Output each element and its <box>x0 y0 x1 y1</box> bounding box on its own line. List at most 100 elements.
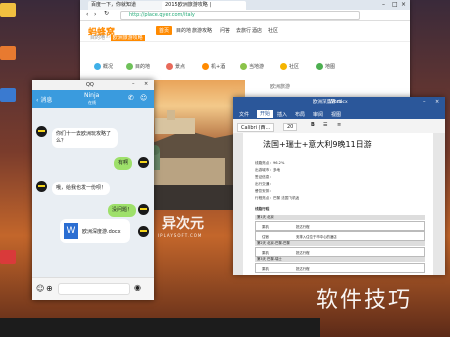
minimize-button[interactable]: – <box>382 0 385 10</box>
category-3[interactable]: 机+酒 <box>202 63 225 70</box>
category-4[interactable]: 当地游 <box>240 63 264 70</box>
profile-icon[interactable]: ☺ <box>140 94 147 102</box>
category-1[interactable]: 目的地 <box>126 63 150 70</box>
desktop-folder-icon[interactable] <box>0 3 16 17</box>
category-label: 社区 <box>289 64 300 70</box>
contact-status: 在线 <box>88 100 96 105</box>
table-cell: 乘机 <box>262 225 269 229</box>
document-name: 欧洲深度游.docx <box>313 100 348 105</box>
nav-hotel[interactable]: 酒店 <box>252 27 262 34</box>
category-5[interactable]: 社区 <box>280 63 299 70</box>
table-section-head: 第3天 巴黎-瑞士 <box>255 257 425 262</box>
contact-avatar[interactable] <box>36 181 47 192</box>
qq-app-title: QQ <box>86 82 94 88</box>
document-title: 法国+瑞士+意大利9晚11日游 <box>263 140 372 149</box>
message-input[interactable] <box>58 283 130 295</box>
breadcrumb-current: 欧洲旅游攻略 <box>110 35 145 41</box>
category-label: 当地游 <box>249 64 265 70</box>
doc-line: 签证信息： <box>255 175 273 179</box>
doc-line: 行程亮点：巴黎 法国飞机返 <box>255 196 300 200</box>
tab-file[interactable]: 文件 <box>239 111 249 118</box>
font-select[interactable]: Calibri (西... <box>237 123 275 132</box>
category-icon <box>316 63 323 70</box>
table-cell: 安排入住位于市中心的酒店 <box>296 235 337 239</box>
qq-chat-header: ‹ 消息 Ninja 在线 ✆ ☺ <box>32 90 154 108</box>
tab-view[interactable]: 视图 <box>331 111 341 118</box>
nav-home[interactable]: 首页 <box>156 26 173 35</box>
my-avatar[interactable] <box>138 157 149 168</box>
table-section-head: 第1天 北京 <box>255 215 425 220</box>
category-icon <box>280 63 287 70</box>
table-cell: 乘机 <box>262 251 269 255</box>
tab-review[interactable]: 审阅 <box>313 111 323 118</box>
category-label: 概况 <box>103 64 114 70</box>
table-cell: 抵达行程 <box>296 225 310 229</box>
tab-insert[interactable]: 插入 <box>277 111 287 118</box>
close-button[interactable]: × <box>401 0 406 10</box>
category-icon <box>240 63 247 70</box>
qq-back-button[interactable]: ‹ 消息 <box>36 95 52 104</box>
word-window: Word – × 欧洲深度游.docx 文件 开始 插入 布局 审阅 视图 Ca… <box>233 97 445 275</box>
list-icon[interactable]: ☰ <box>323 122 327 128</box>
document-page[interactable]: 法国+瑞士+意大利9晚11日游 线路亮点：96.2% 出游城市：多地 签证信息： 出行… <box>243 133 433 275</box>
back-icon[interactable]: ‹ <box>86 11 88 18</box>
word-close-button[interactable]: × <box>435 99 439 105</box>
table-row: 住宿 安排入住位于市中心的酒店 <box>255 231 425 241</box>
file-message[interactable]: W 欧洲深度游.docx <box>60 219 130 243</box>
tab-layout[interactable]: 布局 <box>295 111 305 118</box>
qq-minimize-button[interactable]: – <box>132 81 135 87</box>
site-watermark: 软件技巧 <box>316 288 413 313</box>
nav-travel[interactable]: 去旅行 <box>236 27 251 34</box>
tab-mafengwo[interactable]: 2015欧洲旅游攻略 | <box>162 1 246 10</box>
qq-close-button[interactable]: × <box>144 81 148 87</box>
section-title: 欧洲旅游 <box>270 84 291 90</box>
contact-avatar[interactable] <box>36 126 47 137</box>
my-avatar[interactable] <box>138 226 149 237</box>
nav-destination[interactable]: 目的地 <box>176 27 191 34</box>
desktop-app-icon[interactable] <box>0 250 16 264</box>
font-size-select[interactable]: 20 <box>283 123 298 131</box>
taskbar <box>0 318 320 337</box>
url-input[interactable]: http://place.qyer.com/italy <box>120 11 360 20</box>
doc-line: 餐饮安排： <box>255 189 273 193</box>
tab-baidu[interactable]: 百度一下，你就知道 <box>88 1 164 10</box>
contact-name: Ninja <box>84 92 100 99</box>
voice-icon[interactable]: ◉ <box>134 283 141 292</box>
forward-icon[interactable]: › <box>94 11 96 18</box>
desktop-app-icon[interactable] <box>0 88 16 102</box>
emoji-icon[interactable]: ☺ <box>36 284 44 293</box>
refresh-icon[interactable]: ↻ <box>104 10 109 17</box>
qq-input-bar: ☺ ⊕ ◉ <box>32 277 154 300</box>
add-icon[interactable]: ⊕ <box>46 284 53 293</box>
category-2[interactable]: 景点 <box>166 63 185 70</box>
word-ribbon-tabs: 欧洲深度游.docx 文件 开始 插入 布局 审阅 视图 <box>233 100 445 119</box>
qq-titlebar: QQ – × <box>32 80 154 90</box>
nav-community[interactable]: 社区 <box>268 27 278 34</box>
section-heading: 线路行程 <box>255 207 270 211</box>
message-out: 有啊 <box>114 157 133 170</box>
call-icon[interactable]: ✆ <box>128 94 134 102</box>
message-in: 哦，给我也发一份呗！ <box>52 182 111 195</box>
nav-guides[interactable]: 旅游攻略 <box>192 27 212 34</box>
file-name: 欧洲深度游.docx <box>82 229 121 235</box>
desktop-folder-icon[interactable] <box>0 46 16 60</box>
nav-qa[interactable]: 问答 <box>220 27 230 34</box>
category-icon <box>166 63 173 70</box>
my-avatar[interactable] <box>138 204 149 215</box>
category-6[interactable]: 地图 <box>316 63 335 70</box>
doc-line: 线路亮点：96.2% <box>255 161 285 165</box>
category-label: 地图 <box>325 64 336 70</box>
breadcrumb-label[interactable]: 目的地 <box>90 35 105 41</box>
word-file-icon: W <box>64 223 78 239</box>
breadcrumb: 目的地 欧洲旅游攻略 <box>90 34 145 41</box>
bold-button[interactable]: B <box>311 122 315 128</box>
word-minimize-button[interactable]: – <box>423 99 426 105</box>
table-cell: 抵达行程 <box>296 267 310 271</box>
category-label: 目的地 <box>135 64 151 70</box>
align-icon[interactable]: ≡ <box>337 122 341 128</box>
chat-area: 你们十一去欧洲玩攻略了么？ 有啊 哦，给我也发一份呗！ 没问题！ <box>32 108 154 278</box>
document-canvas: 法国+瑞士+意大利9晚11日游 线路亮点：96.2% 出游城市：多地 签证信息： 出行… <box>233 133 445 275</box>
maximize-button[interactable]: □ <box>392 0 398 10</box>
tab-home[interactable]: 开始 <box>257 110 274 118</box>
category-0[interactable]: 概况 <box>94 63 113 70</box>
